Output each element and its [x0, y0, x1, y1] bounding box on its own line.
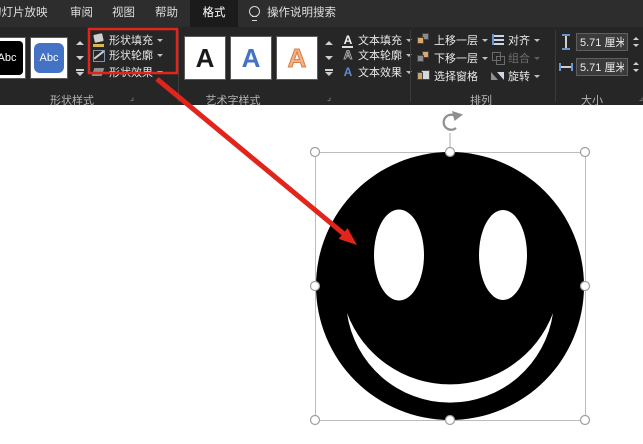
align-button[interactable]: 对齐	[491, 33, 540, 47]
shape-effects-label: 形状效果	[109, 64, 153, 80]
rotate-label: 旋转	[508, 68, 530, 84]
selection-pane-button[interactable]: 选择窗格	[417, 69, 478, 83]
stepper-down-icon[interactable]	[633, 44, 639, 47]
tab-help[interactable]: 帮助	[155, 0, 178, 27]
tab-review[interactable]: 审阅	[70, 0, 93, 27]
shape-width-icon	[559, 59, 573, 73]
group-button: 组合	[491, 51, 540, 65]
dropdown-caret-icon	[482, 39, 488, 42]
dialog-launcher-icon[interactable]: ⌟	[635, 91, 643, 103]
text-effects-button[interactable]: A 文本效果	[341, 65, 412, 79]
wordart-group-label: 艺术字样式	[195, 92, 271, 108]
stepper-up-icon[interactable]	[633, 62, 639, 65]
shape-outline-button[interactable]: 形状轮廓	[92, 48, 163, 62]
rotate-button[interactable]: 旋转	[491, 69, 540, 83]
gallery-more-icon[interactable]	[72, 65, 88, 80]
arrange-group-label: 排列	[443, 92, 519, 108]
send-backward-icon	[417, 51, 431, 65]
text-outline-icon: A	[341, 49, 355, 62]
group-separator	[410, 30, 411, 102]
align-icon	[491, 33, 505, 47]
group-label: 组合	[508, 50, 530, 66]
wordart-style-thumbnail[interactable]: A	[276, 36, 318, 80]
stepper-down-icon[interactable]	[633, 69, 639, 72]
shape-height-field[interactable]	[576, 33, 628, 51]
text-effects-icon: A	[341, 66, 355, 79]
tab-format[interactable]: 格式	[190, 0, 238, 27]
wordart-style-thumbnail[interactable]: A	[184, 36, 226, 80]
shape-style-thumbnail[interactable]: Abc	[0, 37, 26, 79]
stepper-up-icon[interactable]	[633, 37, 639, 40]
gallery-up-icon[interactable]	[72, 36, 88, 51]
wordart-preview: A	[242, 43, 261, 74]
send-backward-label: 下移一层	[434, 50, 478, 66]
dropdown-caret-icon	[406, 54, 412, 57]
wordart-gallery-scroll	[321, 36, 337, 80]
paint-bucket-icon	[92, 33, 106, 47]
shape-style-gallery-scroll	[72, 36, 88, 80]
shape-style-preview: Abc	[0, 41, 23, 75]
text-fill-label: 文本填充	[358, 32, 402, 48]
shape-fill-label: 形状填充	[109, 32, 153, 48]
size-group-label: 大小	[554, 92, 630, 108]
gallery-down-icon[interactable]	[72, 51, 88, 66]
tab-slideshow[interactable]: 幻灯片放映	[0, 0, 48, 27]
bring-forward-icon	[417, 33, 431, 47]
effects-shape-icon	[92, 65, 106, 79]
dialog-launcher-icon[interactable]: ⌟	[126, 91, 138, 103]
dropdown-caret-icon	[406, 39, 412, 42]
shape-styles-group-label: 形状样式	[34, 92, 110, 108]
width-stepper[interactable]	[631, 58, 640, 76]
height-stepper[interactable]	[631, 33, 640, 51]
shape-effects-button[interactable]: 形状效果	[92, 65, 163, 79]
text-fill-icon: A	[341, 34, 355, 47]
lightbulb-icon	[249, 6, 260, 21]
align-label: 对齐	[508, 32, 530, 48]
shape-fill-button[interactable]: 形状填充	[92, 33, 163, 47]
wordart-style-thumbnail[interactable]: A	[230, 36, 272, 80]
rotate-icon	[491, 69, 505, 83]
selection-pane-label: 选择窗格	[434, 68, 478, 84]
tell-me-search[interactable]: 操作说明搜索	[267, 0, 336, 27]
ribbon-tab-bar: 幻灯片放映 审阅 视图 帮助 格式 操作说明搜索	[0, 0, 643, 27]
dropdown-caret-icon	[534, 57, 540, 60]
text-effects-label: 文本效果	[358, 64, 402, 80]
app-window: 幻灯片放映 审阅 视图 帮助 格式 操作说明搜索 Abc Abc 形状填充 形状…	[0, 0, 643, 444]
text-fill-button[interactable]: A 文本填充	[341, 33, 412, 47]
dropdown-caret-icon	[406, 71, 412, 74]
pencil-outline-icon	[92, 48, 106, 62]
gallery-more-icon[interactable]	[321, 65, 337, 80]
bring-forward-label: 上移一层	[434, 32, 478, 48]
text-outline-label: 文本轮廓	[358, 47, 402, 63]
dropdown-caret-icon	[157, 71, 163, 74]
shape-height-icon	[559, 34, 573, 48]
selection-pane-icon	[417, 69, 431, 83]
tab-view[interactable]: 视图	[112, 0, 135, 27]
group-objects-icon	[491, 51, 505, 65]
wordart-preview: A	[288, 43, 307, 74]
wordart-preview: A	[196, 43, 215, 74]
text-outline-button[interactable]: A 文本轮廓	[341, 48, 412, 62]
shape-style-thumbnail[interactable]: Abc	[30, 37, 68, 79]
bring-forward-button[interactable]: 上移一层	[417, 33, 488, 47]
dropdown-caret-icon	[482, 57, 488, 60]
ribbon: Abc Abc 形状填充 形状轮廓 形状效果 形状样式 ⌟ A	[0, 27, 643, 105]
shape-style-preview: Abc	[34, 43, 64, 73]
group-separator	[178, 30, 179, 102]
gallery-up-icon[interactable]	[321, 36, 337, 51]
dropdown-caret-icon	[157, 39, 163, 42]
shape-width-field[interactable]	[576, 58, 628, 76]
gallery-down-icon[interactable]	[321, 51, 337, 66]
slide-canvas[interactable]	[0, 105, 643, 444]
shape-outline-label: 形状轮廓	[109, 47, 153, 63]
dropdown-caret-icon	[157, 54, 163, 57]
send-backward-button[interactable]: 下移一层	[417, 51, 488, 65]
dropdown-caret-icon	[534, 75, 540, 78]
dropdown-caret-icon	[534, 39, 540, 42]
dialog-launcher-icon[interactable]: ⌟	[323, 91, 335, 103]
